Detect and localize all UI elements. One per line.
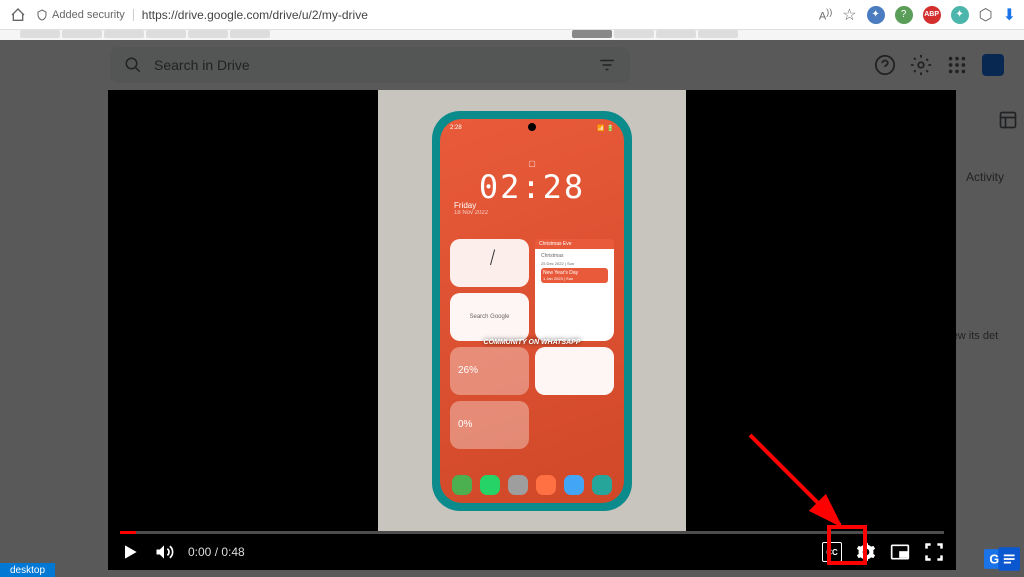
tab-strip [0,30,1024,40]
phone-widget-stat2: 0% [450,401,529,449]
video-time-display: 0:00 / 0:48 [188,545,245,559]
captions-button[interactable]: CC [822,542,842,562]
taskbar-item[interactable]: desktop [0,563,55,577]
dock-phone-icon [452,475,472,495]
miniplayer-button[interactable] [890,542,910,562]
phone-day: Friday [454,201,488,210]
dock-camera-icon [508,475,528,495]
video-content[interactable]: 2:28 📶 🔋 ▢ 02:28 Friday 18 Nov 2022 Chri… [108,90,956,531]
dock-gallery-icon [536,475,556,495]
downloads-icon[interactable]: ⬇ [1003,5,1016,25]
play-button[interactable] [120,542,140,562]
browser-action-icons: A)) ☆ ✦ ? ABP ✦ ⬡ ⬇ [819,5,1016,25]
svg-text:G: G [989,553,999,567]
volume-button[interactable] [154,542,174,562]
phone-widget-stat1: 26% [450,347,529,395]
dock-browser-icon [564,475,584,495]
phone-date: 18 Nov 2022 [454,210,488,216]
settings-button[interactable] [856,542,876,562]
text-size-icon[interactable]: A)) [819,7,832,23]
dock-messages-icon [592,475,612,495]
phone-battery-icon: ▢ [479,159,585,168]
video-progress-fill [120,531,136,534]
adblock-icon[interactable]: ABP [923,6,941,24]
extension-icon-2[interactable]: ? [895,6,913,24]
video-overlay-text: COMMUNITY ON WHATSAPP [484,339,581,346]
phone-widget-search: Search Google [450,293,529,341]
phone-widget-calendar: Christmas Eve Christmas 25 Dec 2022 | Su… [535,239,614,341]
phone-status-time: 2:28 [450,125,462,132]
phone-status-icons: 📶 🔋 [597,125,614,132]
extension-icon-1[interactable]: ✦ [867,6,885,24]
home-icon[interactable] [8,5,28,25]
video-progress-bar[interactable] [120,531,944,534]
dock-whatsapp-icon [480,475,500,495]
extension-puzzle-icon[interactable]: ⬡ [979,5,993,25]
video-controls: 0:00 / 0:48 CC [108,534,956,570]
phone-widget-blank [535,347,614,395]
phone-clock-time: 02:28 [479,168,585,206]
phone-widget-clock [450,239,529,287]
favorite-icon[interactable]: ☆ [842,5,856,25]
security-badge[interactable]: Added security [36,9,134,21]
extension-icon-3[interactable]: ✦ [951,6,969,24]
browser-address-bar: Added security https://drive.google.com/… [0,0,1024,30]
url-text[interactable]: https://drive.google.com/drive/u/2/my-dr… [142,8,811,22]
phone-mockup: 2:28 📶 🔋 ▢ 02:28 Friday 18 Nov 2022 Chri… [432,111,632,511]
video-player: 2:28 📶 🔋 ▢ 02:28 Friday 18 Nov 2022 Chri… [108,90,956,570]
fullscreen-button[interactable] [924,542,944,562]
watermark-logo: G [984,547,1020,571]
security-label: Added security [52,9,125,21]
